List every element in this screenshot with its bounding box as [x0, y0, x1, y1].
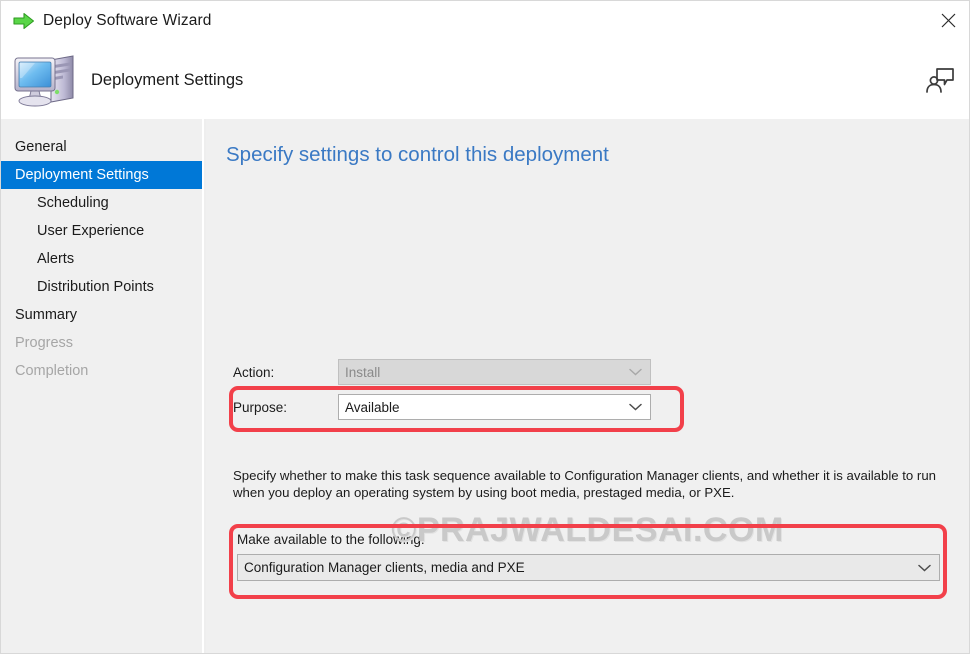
- purpose-label: Purpose:: [233, 399, 288, 415]
- window-title: Deploy Software Wizard: [43, 12, 212, 29]
- close-button[interactable]: [925, 1, 969, 39]
- sidebar-item-progress: Progress: [15, 335, 74, 351]
- computer-icon: [14, 55, 74, 107]
- wizard-content-pane: Specify settings to control this deploym…: [206, 119, 969, 653]
- green-arrow-icon: [13, 12, 35, 30]
- sidebar-item-user-experience[interactable]: User Experience: [1, 217, 202, 245]
- sidebar-item-distribution-points[interactable]: Distribution Points: [1, 273, 202, 301]
- sidebar-item-deployment-settings[interactable]: Deployment Settings: [1, 161, 202, 189]
- chevron-down-icon: [629, 403, 642, 411]
- purpose-dropdown[interactable]: Available: [338, 394, 651, 420]
- action-dropdown: Install: [338, 359, 651, 385]
- deploy-software-wizard-window: Deploy Software Wizard Deployment Settin…: [0, 0, 970, 654]
- window-titlebar: Deploy Software Wizard: [1, 1, 969, 41]
- action-row: Action: Install: [233, 359, 651, 385]
- purpose-value: Available: [345, 399, 400, 415]
- feedback-button[interactable]: [923, 63, 957, 97]
- deployment-description: Specify whether to make this task sequen…: [233, 468, 936, 500]
- header-title: Deployment Settings: [91, 70, 244, 89]
- sidebar-item-scheduling[interactable]: Scheduling: [1, 189, 202, 217]
- wizard-body: General Deployment Settings Scheduling U…: [1, 119, 969, 653]
- action-value: Install: [345, 364, 381, 380]
- purpose-row: Purpose: Available: [233, 394, 651, 420]
- chevron-down-icon: [918, 564, 931, 572]
- action-label: Action:: [233, 364, 275, 380]
- feedback-person-icon: [926, 68, 954, 93]
- wizard-step-navigation: General Deployment Settings Scheduling U…: [1, 119, 204, 653]
- sidebar-item-summary[interactable]: Summary: [1, 301, 202, 329]
- watermark: ©PRAJWALDESAI.COM: [391, 511, 784, 549]
- availability-dropdown[interactable]: Configuration Manager clients, media and…: [237, 554, 940, 581]
- availability-value: Configuration Manager clients, media and…: [244, 560, 525, 575]
- page-title: Specify settings to control this deploym…: [226, 143, 609, 166]
- sidebar-item-alerts[interactable]: Alerts: [1, 245, 202, 273]
- sidebar-item-general[interactable]: General: [1, 133, 202, 161]
- chevron-down-icon: [629, 368, 642, 376]
- sidebar-item-completion: Completion: [15, 363, 89, 379]
- wizard-header: Deployment Settings: [1, 41, 969, 119]
- close-icon: [941, 13, 955, 27]
